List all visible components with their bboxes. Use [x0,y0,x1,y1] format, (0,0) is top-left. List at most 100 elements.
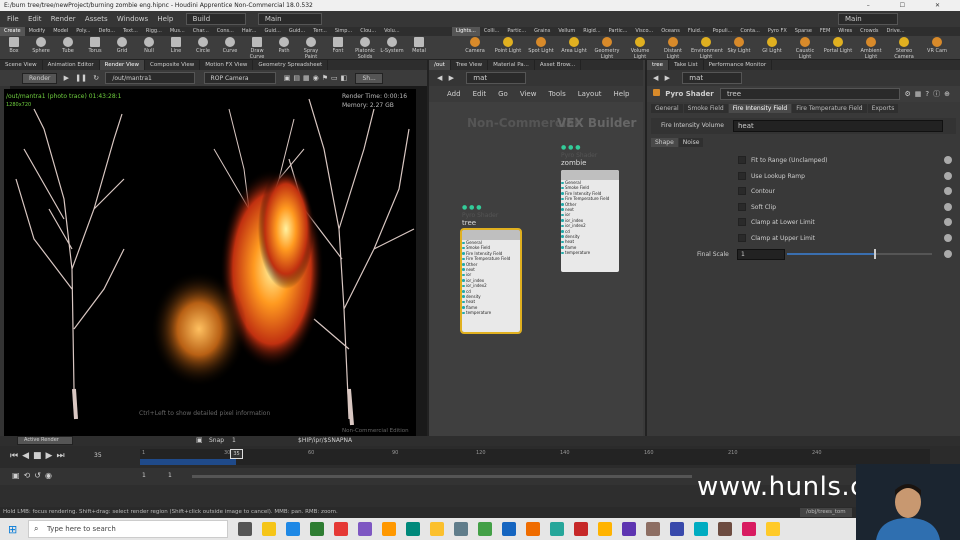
taskbar-app-icon[interactable] [574,522,588,536]
shelf-tab[interactable]: Guid... [260,27,284,36]
toggle-gear-icon[interactable] [944,202,952,211]
param-tab[interactable]: Performance Monitor [704,60,773,70]
taskbar-app-icon[interactable] [502,522,516,536]
shelf-tab[interactable]: Populi... [709,27,737,36]
menu-assets[interactable]: Assets [85,15,108,23]
scene-tab[interactable]: Motion FX View [200,60,254,70]
shelf-tool-volume-light[interactable]: Volume Light [625,37,655,60]
param-sub-tab[interactable]: Shape [651,138,678,147]
taskbar-app-icon[interactable] [454,522,468,536]
build-dropdown[interactable]: Build [185,13,246,25]
network-menu-item[interactable]: Tools [548,90,565,98]
taskbar-app-icon[interactable] [526,522,540,536]
shelf-tab[interactable]: Vellum [554,27,579,36]
status-obj-path[interactable]: /obj/trees_tom [800,508,852,517]
shelf-tool-spray-paint[interactable]: Spray Paint [299,37,323,60]
current-frame-field[interactable]: 35 [94,452,102,459]
shelf-tab[interactable]: Wires [834,27,856,36]
shelf-tool-distant-light[interactable]: Distant Light [658,37,688,60]
scene-tab[interactable]: Geometry Spreadsheet [253,60,329,70]
param-main-tab[interactable]: Fire Intensity Field [728,104,792,113]
shelf-tab[interactable]: Text... [119,27,142,36]
shelf-tab[interactable]: Crowds [856,27,882,36]
toggle-gear-icon[interactable] [944,171,952,180]
shelf-tab[interactable]: Lights... [452,27,480,36]
toggle-checkbox[interactable] [738,156,746,164]
node-header[interactable] [561,170,619,180]
shelf-tab[interactable]: Oceans [657,27,684,36]
back-arrow-icon[interactable]: ◀ [653,74,658,82]
final-scale-slider-knob[interactable] [874,249,876,259]
shelf-tool-tube[interactable]: Tube [56,37,80,54]
timeline-playhead[interactable]: 35 [230,449,243,459]
shelf-tool-circle[interactable]: Circle [191,37,215,54]
node-name-label[interactable]: zombie [561,159,597,167]
final-scale-slider[interactable] [787,249,932,259]
rendered-image[interactable]: /out/mantra1 (photo trace) 01:43:28:1 12… [4,89,416,436]
param-tab[interactable]: tree [647,60,670,70]
shelf-tab[interactable]: Visco... [631,27,657,36]
end-frame-field[interactable]: 1 [168,472,172,479]
network-menu-item[interactable]: Edit [473,90,487,98]
snap-icon[interactable]: ▣ [196,436,203,444]
right-desktop-dropdown[interactable]: Main [838,13,898,25]
shelf-tool-line[interactable]: Line [164,37,188,54]
toggle-checkbox[interactable] [738,218,746,227]
taskbar-app-icon[interactable] [334,522,348,536]
shelf-tool-metal[interactable]: Metal [407,37,431,54]
sh-button[interactable]: Sh... [355,72,383,84]
node-pyro-shader-zombie[interactable]: Pyro Shader zombie ● ● ● General Smoke Field… [561,144,619,272]
shelf-tab[interactable]: Defo... [95,27,119,36]
toggle-gear-icon[interactable] [944,234,952,242]
shelf-tab[interactable]: Volu... [380,27,403,36]
shelf-tab[interactable]: FEM [816,27,834,36]
taskbar-search-box[interactable]: ⌕ Type here to search [28,520,228,538]
render-button[interactable]: Render [22,72,58,84]
taskbar-app-icon[interactable] [766,522,780,536]
shelf-tab[interactable]: Rigg... [142,27,166,36]
fire-intensity-field[interactable]: heat [733,120,943,132]
shelf-tool-path[interactable]: Path [272,37,296,54]
shelf-tool-l-system[interactable]: L-System [380,37,404,54]
shelf-tab[interactable]: Grains [530,27,554,36]
toggle-gear-icon[interactable] [944,218,952,227]
toggle-checkbox[interactable] [738,234,746,242]
snap-label[interactable]: Snap [209,437,224,444]
taskbar-app-icon[interactable] [670,522,684,536]
shelf-tab[interactable]: Hair... [238,27,261,36]
param-main-tab[interactable]: Exports [867,104,899,113]
shelf-tab[interactable]: Mus... [166,27,189,36]
shelf-tab[interactable]: Partic... [503,27,530,36]
shelf-tab[interactable]: Drive... [883,27,909,36]
shelf-tool-platonic-solids[interactable]: Platonic Solids [353,37,377,60]
shelf-tab[interactable]: Create [0,27,25,36]
taskbar-app-icon[interactable] [622,522,636,536]
shelf-tab[interactable]: Colli... [480,27,504,36]
param-path-field[interactable]: mat [682,72,743,84]
param-sub-tab[interactable]: Noise [678,138,704,147]
node-port[interactable]: temperature [561,250,619,255]
menu-render[interactable]: Render [51,15,76,23]
camera-dropdown[interactable]: ROP Camera [203,72,276,84]
shelf-tab[interactable]: Cons... [213,27,238,36]
network-menu-item[interactable]: Add [447,90,461,98]
taskbar-app-icon[interactable] [262,522,276,536]
shelf-tool-curve[interactable]: Curve [218,37,242,54]
shelf-tool-null[interactable]: Null [137,37,161,54]
shelf-tab[interactable]: Rigid... [579,27,604,36]
shelf-tab[interactable]: Partic... [605,27,632,36]
playback-controls[interactable]: ⏮◀■▶⏭ [10,451,69,461]
shelf-tool-geometry-light[interactable]: Geometry Light [592,37,622,60]
shelf-tool-vr-cam[interactable]: VR Cam [922,37,952,54]
final-scale-field[interactable]: 1 [737,249,785,260]
taskbar-app-icon[interactable] [718,522,732,536]
network-menu-item[interactable]: Go [498,90,508,98]
node-name-field[interactable]: tree [719,88,900,100]
network-tab[interactable]: Tree View [451,60,489,70]
shelf-tab[interactable]: Clou... [356,27,380,36]
toggle-checkbox[interactable] [738,187,746,196]
shelf-tab[interactable]: Sparse [791,27,816,36]
shelf-tab[interactable]: Char... [189,27,213,36]
shelf-tab[interactable]: Modify [25,27,50,36]
view-options-icons[interactable]: ▣▤▦◉⚑▭◧ [284,74,350,82]
